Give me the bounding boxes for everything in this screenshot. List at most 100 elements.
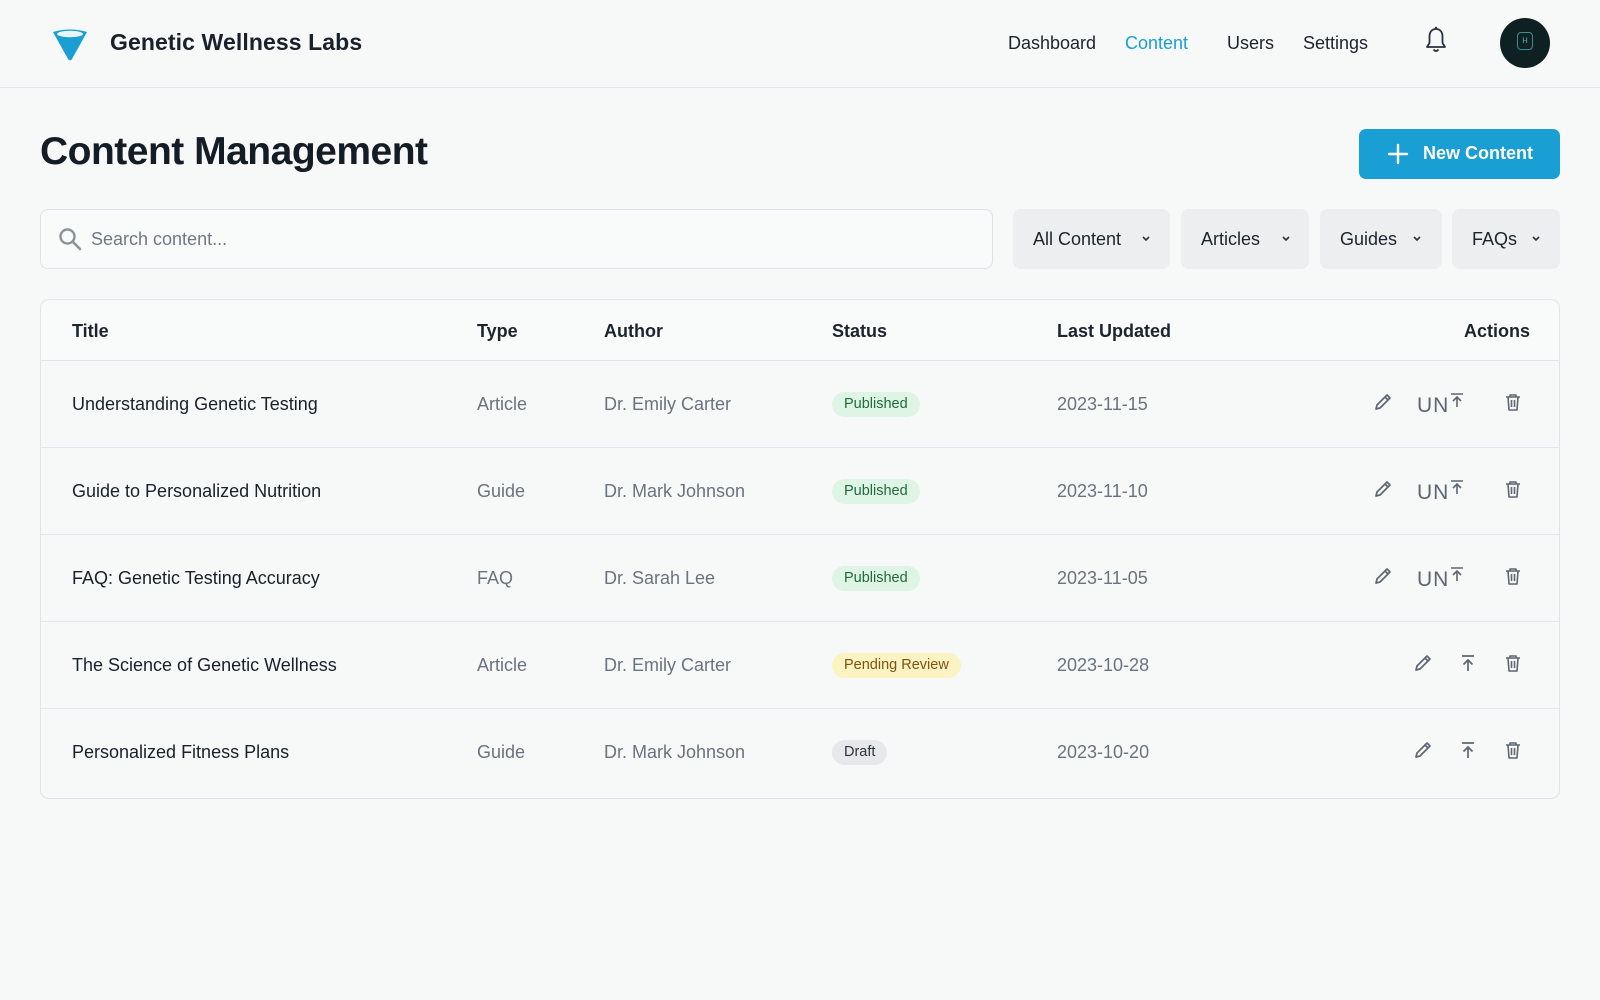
filter-label: All Content: [1033, 229, 1122, 249]
search-input[interactable]: [91, 220, 971, 258]
top-navigation-bar: Genetic Wellness Labs Dashboard Content …: [0, 0, 1600, 88]
pencil-icon: [1415, 742, 1431, 758]
row-type: Article: [477, 655, 528, 675]
upload-arrow-icon: [1462, 655, 1474, 671]
edit-button[interactable]: [1372, 478, 1394, 500]
edit-button[interactable]: [1372, 391, 1394, 413]
column-type: Type: [477, 321, 518, 341]
filter-articles[interactable]: Articles: [1181, 209, 1309, 269]
column-last-updated: Last Updated: [1057, 321, 1172, 341]
row-title: The Science of Genetic Wellness: [72, 655, 337, 675]
filter-label: FAQs: [1472, 229, 1518, 249]
unpublish-button[interactable]: UN: [1417, 567, 1465, 592]
row-author: Dr. Mark Johnson: [604, 481, 746, 501]
row-last-updated: 2023-11-10: [1057, 481, 1148, 501]
table-row: Understanding Genetic Testing Article Dr…: [41, 361, 1559, 448]
plus-icon: [1387, 143, 1409, 165]
row-author: Dr. Emily Carter: [604, 655, 732, 675]
filter-label: Guides: [1340, 229, 1398, 249]
row-title: Personalized Fitness Plans: [72, 742, 290, 762]
funnel-logo-icon: [53, 29, 87, 61]
trash-icon: [1506, 742, 1520, 759]
row-type: Article: [477, 394, 528, 414]
row-last-updated: 2023-10-20: [1057, 742, 1150, 762]
delete-button[interactable]: [1502, 478, 1524, 500]
delete-button[interactable]: [1502, 391, 1524, 413]
trash-icon: [1506, 655, 1520, 672]
edit-button[interactable]: [1372, 565, 1394, 587]
column-status: Status: [832, 321, 888, 341]
column-actions: Actions: [1464, 321, 1531, 341]
new-content-label: New Content: [1423, 143, 1533, 163]
pencil-icon: [1375, 394, 1391, 410]
edit-button[interactable]: [1412, 739, 1434, 761]
table-header: Title Type Author Status Last Updated Ac…: [41, 300, 1559, 361]
upload-arrow-icon: [1451, 480, 1464, 494]
delete-button[interactable]: [1502, 652, 1524, 674]
nav-settings[interactable]: Settings: [1303, 33, 1368, 54]
upload-arrow-icon: [1451, 393, 1464, 407]
unpublish-button[interactable]: UN: [1417, 393, 1465, 418]
status-badge: Draft: [832, 740, 888, 765]
trash-icon: [1506, 394, 1520, 411]
nav-content[interactable]: Content: [1125, 33, 1188, 54]
status-badge: Published: [832, 392, 920, 417]
nav-dashboard[interactable]: Dashboard: [1008, 33, 1096, 54]
bell-icon[interactable]: [1424, 26, 1448, 54]
upload-arrow-icon: [1451, 567, 1464, 581]
row-title: FAQ: Genetic Testing Accuracy: [72, 568, 320, 588]
upload-arrow-icon: [1462, 742, 1474, 758]
row-last-updated: 2023-10-28: [1057, 655, 1150, 675]
table-row: FAQ: Genetic Testing Accuracy FAQ Dr. Sa…: [41, 535, 1559, 622]
row-type: FAQ: [477, 568, 514, 588]
filter-faqs[interactable]: FAQs: [1452, 209, 1560, 269]
page-title: Content Management: [40, 130, 428, 173]
filter-label: Articles: [1201, 229, 1261, 249]
row-author: Dr. Mark Johnson: [604, 742, 746, 762]
column-author: Author: [604, 321, 663, 341]
row-last-updated: 2023-11-15: [1057, 394, 1148, 414]
brand-name: Genetic Wellness Labs: [110, 29, 363, 55]
table-row: The Science of Genetic Wellness Article …: [41, 622, 1559, 709]
trash-icon: [1506, 481, 1520, 498]
row-author: Dr. Emily Carter: [604, 394, 732, 414]
unpublish-text: UN: [1417, 394, 1450, 417]
content-table: Title Type Author Status Last Updated Ac…: [40, 299, 1560, 799]
unpublish-button[interactable]: UN: [1417, 480, 1465, 505]
trash-icon: [1506, 568, 1520, 585]
unpublish-text: UN: [1417, 568, 1450, 591]
chevron-down-icon: [1142, 236, 1150, 242]
row-author: Dr. Sarah Lee: [604, 568, 716, 588]
pencil-icon: [1375, 568, 1391, 584]
publish-button[interactable]: [1457, 739, 1479, 761]
delete-button[interactable]: [1502, 739, 1524, 761]
unpublish-text: UN: [1417, 481, 1450, 504]
pencil-icon: [1415, 655, 1431, 671]
status-badge: Published: [832, 479, 920, 504]
row-title: Guide to Personalized Nutrition: [72, 481, 322, 501]
user-avatar[interactable]: ʜ: [1500, 18, 1550, 68]
filter-guides[interactable]: Guides: [1320, 209, 1442, 269]
row-title: Understanding Genetic Testing: [72, 394, 318, 414]
avatar-logo-icon: ʜ: [1517, 32, 1533, 50]
edit-button[interactable]: [1412, 652, 1434, 674]
table-row: Personalized Fitness Plans Guide Dr. Mar…: [41, 709, 1559, 796]
row-last-updated: 2023-11-05: [1057, 568, 1148, 588]
search-icon: [59, 228, 82, 251]
chevron-down-icon: [1532, 236, 1540, 242]
row-type: Guide: [477, 481, 526, 501]
search-box: [40, 209, 993, 269]
status-badge: Published: [832, 566, 920, 591]
publish-button[interactable]: [1457, 652, 1479, 674]
row-type: Guide: [477, 742, 526, 762]
filter-all-content[interactable]: All Content: [1013, 209, 1170, 269]
new-content-button[interactable]: New Content: [1359, 129, 1560, 179]
delete-button[interactable]: [1502, 565, 1524, 587]
nav-users[interactable]: Users: [1227, 33, 1274, 54]
column-title: Title: [72, 321, 109, 341]
pencil-icon: [1375, 481, 1391, 497]
status-badge: Pending Review: [832, 653, 961, 678]
chevron-down-icon: [1282, 236, 1290, 242]
table-row: Guide to Personalized Nutrition Guide Dr…: [41, 448, 1559, 535]
chevron-down-icon: [1413, 236, 1421, 242]
